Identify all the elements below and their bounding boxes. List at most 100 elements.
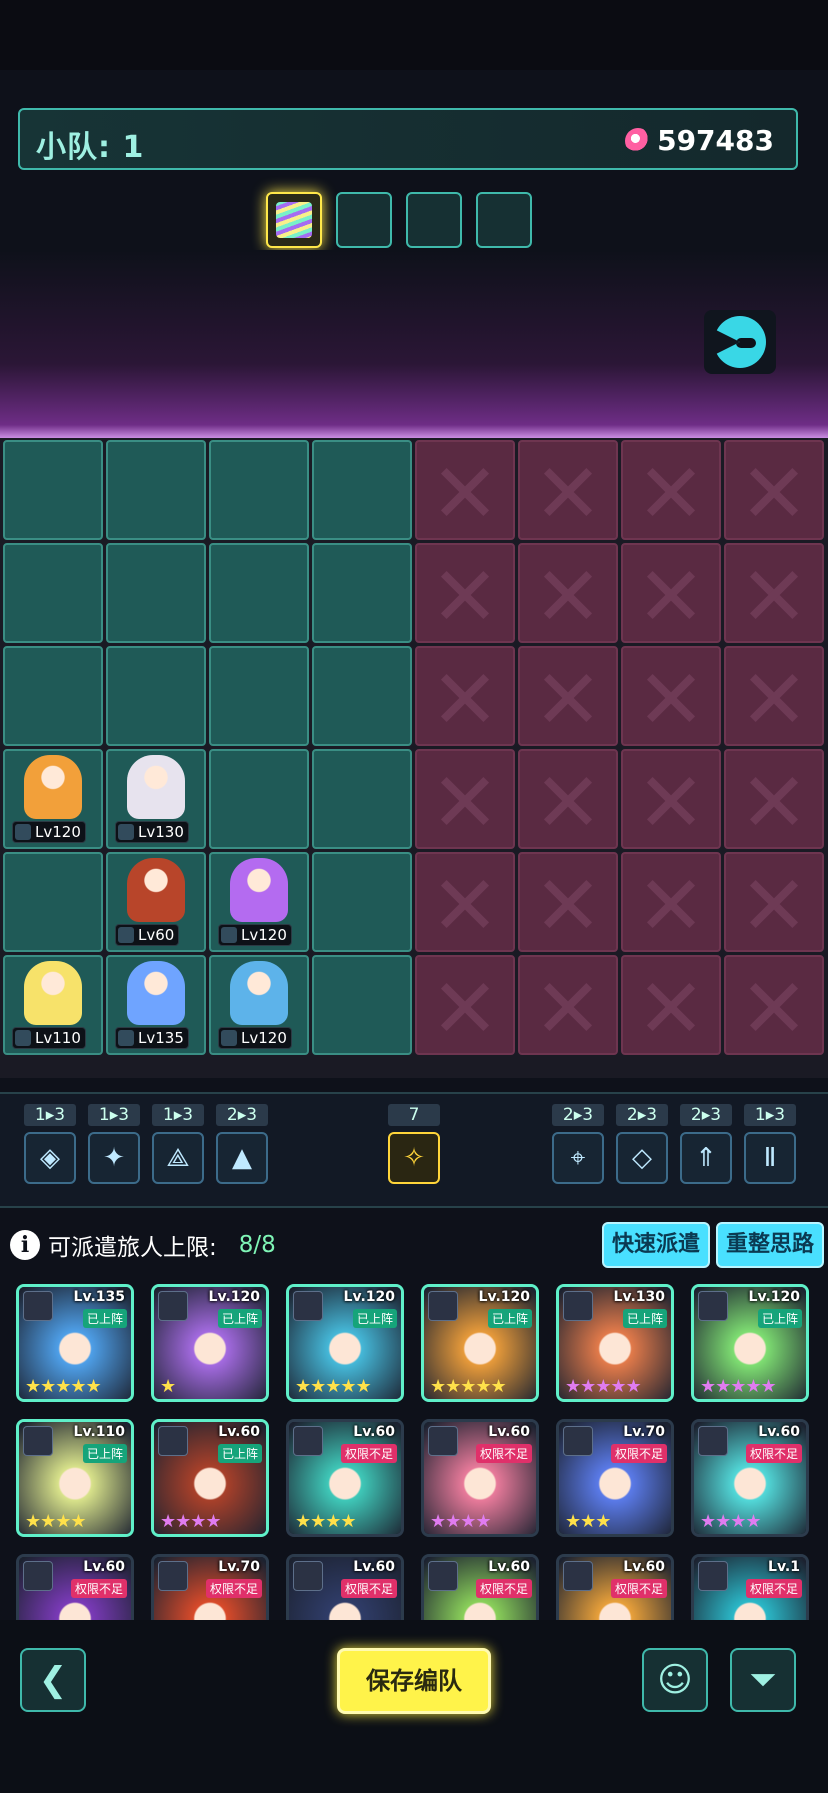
synergy-trait[interactable]: 1▸3 ⟁ <box>152 1104 204 1184</box>
deployed-unit[interactable]: Lv120 <box>6 751 98 847</box>
grid-cell[interactable] <box>3 440 103 540</box>
character-card[interactable]: Lv.60 权限不足 <box>16 1554 134 1620</box>
grid-cell[interactable] <box>106 440 206 540</box>
synergy-count: 2▸3 <box>680 1104 732 1126</box>
grid-cell[interactable] <box>312 955 412 1055</box>
character-card[interactable]: Lv.60 权限不足 ★★★★ <box>286 1419 404 1537</box>
chevron-left-icon: ❮ <box>38 1660 68 1700</box>
pacman-button[interactable] <box>704 310 776 374</box>
synergy-trait[interactable]: 2▸3 ⇑ <box>680 1104 732 1184</box>
star-rating: ★★★★★ <box>565 1376 642 1397</box>
grid-cell[interactable] <box>312 440 412 540</box>
grid-cell[interactable] <box>312 749 412 849</box>
squad-slot[interactable] <box>406 192 462 248</box>
status-badge: 权限不足 <box>475 1444 532 1463</box>
grid-cell[interactable] <box>3 646 103 746</box>
grid-cell[interactable] <box>312 852 412 952</box>
filter-button[interactable]: ⏷ <box>730 1648 796 1712</box>
character-card[interactable]: Lv.60 权限不足 <box>421 1554 539 1620</box>
grid-cell[interactable] <box>209 749 309 849</box>
locked-grid-cell <box>724 543 824 643</box>
synergy-main[interactable]: 7 ✧ <box>388 1104 440 1184</box>
info-icon[interactable]: i <box>10 1230 40 1260</box>
synergy-trait[interactable]: 2▸3 ⌖ <box>552 1104 604 1184</box>
character-card[interactable]: Lv.135 已上阵 ★★★★★ <box>16 1284 134 1402</box>
element-icon <box>23 1561 53 1591</box>
grid-cell[interactable] <box>106 646 206 746</box>
synergy-trait[interactable]: 1▸3 ◈ <box>24 1104 76 1184</box>
element-icon <box>563 1561 593 1591</box>
character-level: Lv.120 <box>343 1289 395 1305</box>
grid-cell[interactable] <box>3 543 103 643</box>
locked-grid-cell <box>621 646 721 746</box>
squad-slot[interactable] <box>266 192 322 248</box>
character-card[interactable]: Lv.70 权限不足 ★★★ <box>556 1419 674 1537</box>
character-card[interactable]: Lv.60 权限不足 <box>286 1554 404 1620</box>
quick-deploy-button[interactable]: 快速派遣 <box>602 1222 710 1268</box>
character-card[interactable]: Lv.120 已上阵 ★ <box>151 1284 269 1402</box>
squad-slot[interactable] <box>336 192 392 248</box>
deploy-limit-label: 可派遣旅人上限: <box>48 1235 217 1261</box>
character-card[interactable]: Lv.120 已上阵 ★★★★★ <box>691 1284 809 1402</box>
unit-level: Lv135 <box>138 1029 184 1047</box>
grid-cell[interactable] <box>209 646 309 746</box>
unit-level: Lv130 <box>138 823 184 841</box>
unit-level-badge: Lv120 <box>12 821 86 843</box>
grid-cell[interactable] <box>209 543 309 643</box>
locked-grid-cell <box>518 543 618 643</box>
star-rating: ★★★★ <box>160 1511 222 1532</box>
star-rating: ★★★★★ <box>25 1376 102 1397</box>
character-card[interactable]: Lv.120 已上阵 ★★★★★ <box>421 1284 539 1402</box>
character-level: Lv.120 <box>748 1289 800 1305</box>
grid-cell[interactable] <box>312 543 412 643</box>
character-card[interactable]: Lv.1 权限不足 <box>691 1554 809 1620</box>
grid-cell[interactable] <box>209 440 309 540</box>
class-icon <box>118 1030 134 1046</box>
unit-level-badge: Lv60 <box>115 924 180 946</box>
class-icon <box>118 927 134 943</box>
unit-sprite <box>127 858 185 922</box>
character-card[interactable]: Lv.60 权限不足 <box>556 1554 674 1620</box>
character-card[interactable]: Lv.60 已上阵 ★★★★ <box>151 1419 269 1537</box>
star-rating: ★★★★ <box>430 1511 492 1532</box>
character-card[interactable]: Lv.60 权限不足 ★★★★ <box>421 1419 539 1537</box>
deployed-unit[interactable]: Lv135 <box>109 957 201 1053</box>
element-icon <box>293 1561 323 1591</box>
deployed-unit[interactable]: Lv60 <box>109 854 201 950</box>
squad-slot[interactable] <box>476 192 532 248</box>
grid-cell[interactable] <box>106 543 206 643</box>
element-icon <box>698 1561 728 1591</box>
star-rating: ★★★ <box>565 1511 611 1532</box>
save-formation-button[interactable]: 保存编队 <box>337 1648 491 1714</box>
character-card[interactable]: Lv.110 已上阵 ★★★★ <box>16 1419 134 1537</box>
top-bar <box>0 0 828 70</box>
character-level: Lv.60 <box>488 1424 530 1440</box>
character-card[interactable]: Lv.70 权限不足 <box>151 1554 269 1620</box>
grid-cell[interactable] <box>3 852 103 952</box>
deployed-unit[interactable]: Lv110 <box>6 957 98 1053</box>
deployed-unit[interactable]: Lv120 <box>212 854 304 950</box>
character-card[interactable]: Lv.60 权限不足 ★★★★ <box>691 1419 809 1537</box>
star-rating: ★★★★★ <box>295 1376 372 1397</box>
character-card[interactable]: Lv.120 已上阵 ★★★★★ <box>286 1284 404 1402</box>
character-level: Lv.60 <box>623 1559 665 1575</box>
locked-grid-cell <box>415 543 515 643</box>
character-level: Lv.1 <box>768 1559 800 1575</box>
synergy-trait[interactable]: 2▸3 ▲ <box>216 1104 268 1184</box>
grid-cell[interactable] <box>312 646 412 746</box>
synergy-trait[interactable]: 1▸3 Ⅱ <box>744 1104 796 1184</box>
brain-button[interactable]: ☺ <box>642 1648 708 1712</box>
synergy-trait[interactable]: 1▸3 ✦ <box>88 1104 140 1184</box>
synergy-trait[interactable]: 2▸3 ◇ <box>616 1104 668 1184</box>
squad-chip-icon <box>276 202 312 238</box>
deployed-unit[interactable]: Lv130 <box>109 751 201 847</box>
reset-button[interactable]: 重整思路 <box>716 1222 824 1268</box>
synergy-count: 2▸3 <box>552 1104 604 1126</box>
status-badge: 已上阵 <box>217 1444 262 1463</box>
status-badge: 权限不足 <box>610 1579 667 1598</box>
back-button[interactable]: ❮ <box>20 1648 86 1712</box>
status-badge: 权限不足 <box>610 1444 667 1463</box>
character-card[interactable]: Lv.130 已上阵 ★★★★★ <box>556 1284 674 1402</box>
element-icon <box>563 1291 593 1321</box>
deployed-unit[interactable]: Lv120 <box>212 957 304 1053</box>
